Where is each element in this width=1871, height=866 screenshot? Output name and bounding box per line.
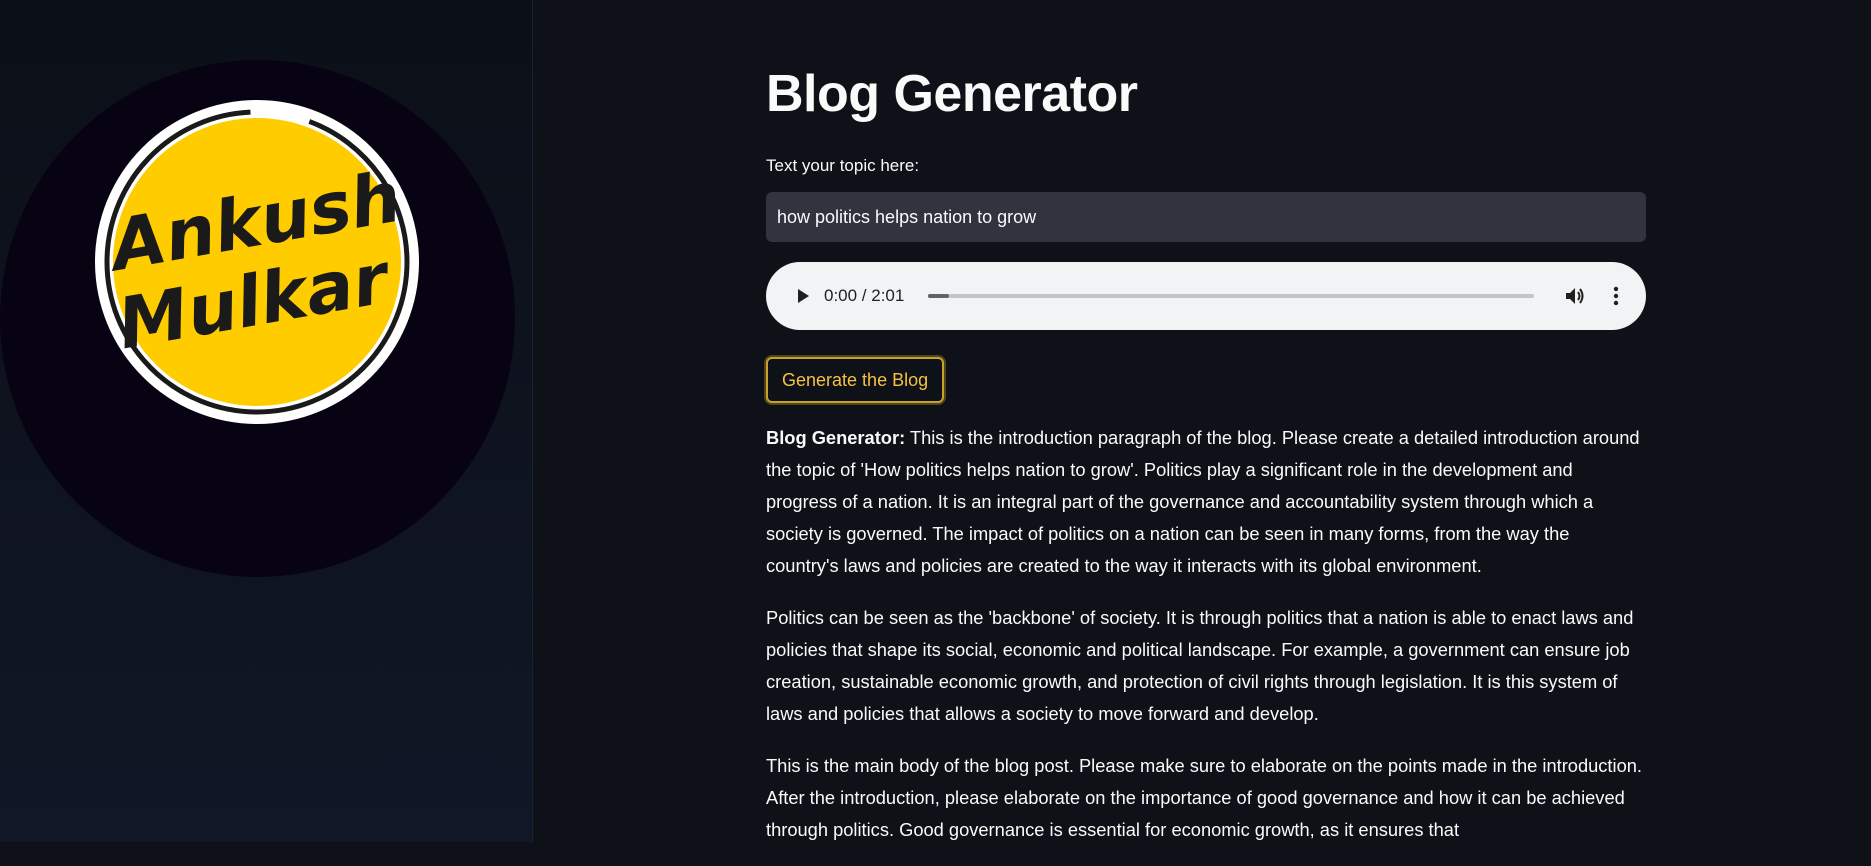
audio-time: 0:00 / 2:01 <box>824 286 905 305</box>
page-title: Blog Generator <box>766 65 1138 123</box>
blog-paragraph-1-text: This is the introduction paragraph of th… <box>766 427 1640 576</box>
play-icon[interactable] <box>790 284 814 308</box>
audio-progress-fill <box>928 294 950 298</box>
topic-input[interactable] <box>766 192 1646 242</box>
blog-paragraph-3: This is the main body of the blog post. … <box>766 755 1642 840</box>
audio-progress-slider[interactable] <box>928 294 1534 298</box>
volume-icon[interactable] <box>1563 284 1587 308</box>
topic-input-label: Text your topic here: <box>766 156 920 175</box>
generate-blog-button[interactable]: Generate the Blog <box>766 357 945 403</box>
sidebar: Ankush Mulkar <box>0 0 533 842</box>
audio-player: 0:00 / 2:01 <box>766 262 1646 330</box>
blog-paragraph-2: Politics can be seen as the 'backbone' o… <box>766 607 1634 724</box>
blog-output: Blog Generator: This is the introduction… <box>766 422 1646 866</box>
more-options-icon[interactable] <box>1604 284 1628 308</box>
blog-paragraph-1: Blog Generator: This is the introduction… <box>766 422 1646 582</box>
blog-prefix: Blog Generator: <box>766 427 906 448</box>
ankush-mulkar-logo: Ankush Mulkar <box>95 100 419 424</box>
